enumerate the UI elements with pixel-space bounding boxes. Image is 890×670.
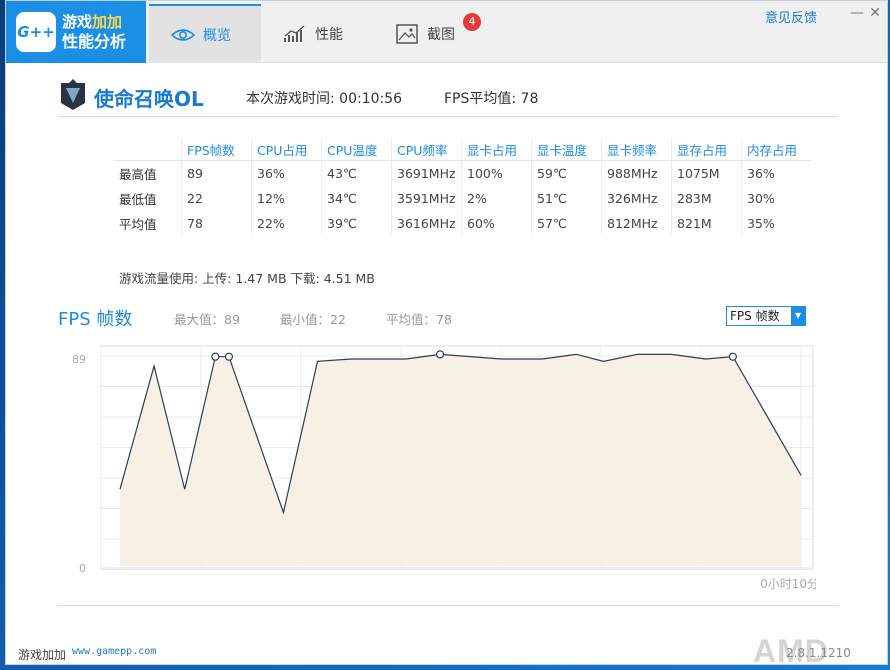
stats-header-cell: FPS帧数 [181, 139, 251, 160]
stats-cell: 78 [181, 211, 251, 236]
game-summary: 使命召唤OL 本次游戏时间: 00:10:56 FPS平均值: 78 [58, 77, 838, 117]
fps-average: FPS平均值: 78 [444, 91, 539, 107]
stats-header-row: FPS帧数 CPU占用 CPU温度 CPU频率 显卡占用 显卡温度 显卡频率 显存占用 内存占用 [113, 139, 811, 161]
stats-cell: 283M [671, 186, 741, 211]
footer-brand: 游戏加加 [18, 648, 67, 662]
stats-row: 最低值 22 12% 34℃ 3591MHz 2% 51℃ 326MHz 283M 30% [113, 186, 811, 211]
tab-performance-label: 性能 [315, 26, 343, 43]
stats-cell: 3691MHz [391, 161, 461, 186]
stats-cell: 30% [741, 186, 811, 211]
stats-row-label: 最高值 [119, 167, 157, 182]
screenshot-icon [395, 23, 419, 44]
stats-cell: 3616MHz [391, 211, 461, 236]
gpp-logo-icon: G++ [16, 12, 56, 52]
stats-row-label: 最低值 [119, 192, 157, 207]
y-tick-label: 89 [72, 353, 86, 366]
stats-row: 平均值 78 22% 39℃ 3616MHz 60% 57℃ 812MHz 821M 35% [113, 211, 811, 236]
chart-avg: 平均值：78 [386, 312, 452, 327]
stats-cell: 2% [461, 186, 531, 211]
session-time: 本次游戏时间: 00:10:56 [246, 91, 403, 107]
tab-overview-label: 概览 [203, 27, 231, 44]
version-label: 2.8.1.1210 [786, 646, 851, 660]
screenshot-count-badge: 4 [463, 13, 481, 31]
stats-header-cell: 显卡温度 [531, 139, 601, 160]
stats-cell: 35% [741, 211, 811, 236]
metric-select-value: FPS 帧数 [730, 309, 780, 323]
app-logo: G++ 游戏加加 性能分析 [6, 1, 146, 63]
stats-cell: 326MHz [601, 186, 671, 211]
fps-peak-marker [211, 352, 220, 361]
stats-row-label: 平均值 [119, 217, 157, 232]
stats-header-cell: 显卡频率 [601, 139, 671, 160]
metric-select[interactable]: FPS 帧数 ▼ [726, 306, 806, 326]
stats-cell: 12% [251, 186, 321, 211]
stats-cell: 60% [461, 211, 531, 236]
header-bar: G++ 游戏加加 性能分析 概览 性能 截图 4 意见反馈 — ✕ [6, 1, 887, 63]
stats-cell: 100% [461, 161, 531, 186]
performance-chart-icon [283, 24, 307, 44]
app-title-line1a: 游戏 [62, 13, 93, 31]
chevron-down-icon[interactable]: ▼ [791, 307, 805, 325]
stats-cell: 3591MHz [391, 186, 461, 211]
feedback-link[interactable]: 意见反馈 [765, 7, 817, 26]
chart-title: FPS 帧数 [58, 309, 133, 330]
eye-icon [171, 25, 195, 45]
fps-peak-marker [728, 352, 738, 361]
stats-header-cell: 显卡占用 [461, 139, 531, 160]
stats-header-cell: 显存占用 [671, 139, 741, 160]
stats-cell: 988MHz [601, 161, 671, 186]
divider [58, 605, 838, 606]
tab-overview[interactable]: 概览 [149, 4, 261, 63]
stats-cell: 57℃ [531, 211, 601, 236]
x-end-label: 0小时10分钟 [760, 576, 816, 591]
stats-table: FPS帧数 CPU占用 CPU温度 CPU频率 显卡占用 显卡温度 显卡频率 显存占用 内存占用… [113, 139, 811, 236]
stats-cell: 821M [671, 211, 741, 236]
app-title: 游戏加加 性能分析 [62, 13, 126, 51]
stats-cell: 59℃ [531, 161, 601, 186]
game-name: 使命召唤OL [94, 87, 204, 111]
game-icon [58, 79, 88, 111]
stats-cell: 812MHz [601, 211, 671, 236]
stats-header-cell: CPU温度 [321, 139, 391, 160]
minimize-button[interactable]: — [849, 5, 865, 21]
app-window: G++ 游戏加加 性能分析 概览 性能 截图 4 意见反馈 — ✕ 使命召唤OL… [5, 0, 888, 669]
stats-header-cell: CPU占用 [251, 139, 321, 160]
stats-cell: 34℃ [321, 186, 391, 211]
app-title-line2: 性能分析 [62, 32, 127, 51]
stats-cell: 36% [251, 161, 321, 186]
stats-cell: 51℃ [531, 186, 601, 211]
stats-cell: 22 [181, 186, 251, 211]
fps-chart: 89 0 0小时10分钟 [72, 345, 816, 591]
fps-area [120, 354, 801, 566]
stats-cell: 22% [251, 211, 321, 236]
stats-row: 最高值 89 36% 43℃ 3691MHz 100% 59℃ 988MHz 1075M 36% [113, 161, 811, 186]
chart-min: 最小值：22 [280, 312, 346, 327]
tab-performance[interactable]: 性能 [261, 4, 373, 63]
stats-cell: 36% [741, 161, 811, 186]
stats-header-cell: CPU频率 [391, 139, 461, 160]
tab-screenshots-label: 截图 [427, 26, 455, 43]
stats-cell: 1075M [671, 161, 741, 186]
footer-url[interactable]: www.gamepp.com [72, 646, 156, 657]
fps-peak-marker [435, 350, 445, 359]
y-tick-label: 0 [79, 562, 86, 575]
stats-cell: 89 [181, 161, 251, 186]
fps-peak-marker [224, 352, 234, 361]
stats-cell: 39℃ [321, 211, 391, 236]
stats-cell: 43℃ [321, 161, 391, 186]
close-button[interactable]: ✕ [867, 5, 883, 21]
traffic-usage: 游戏流量使用: 上传: 1.47 MB 下载: 4.51 MB [119, 271, 375, 286]
chart-max: 最大值：89 [174, 312, 240, 327]
stats-header-cell: 内存占用 [741, 139, 811, 160]
app-title-line1b: 加加 [92, 13, 123, 31]
